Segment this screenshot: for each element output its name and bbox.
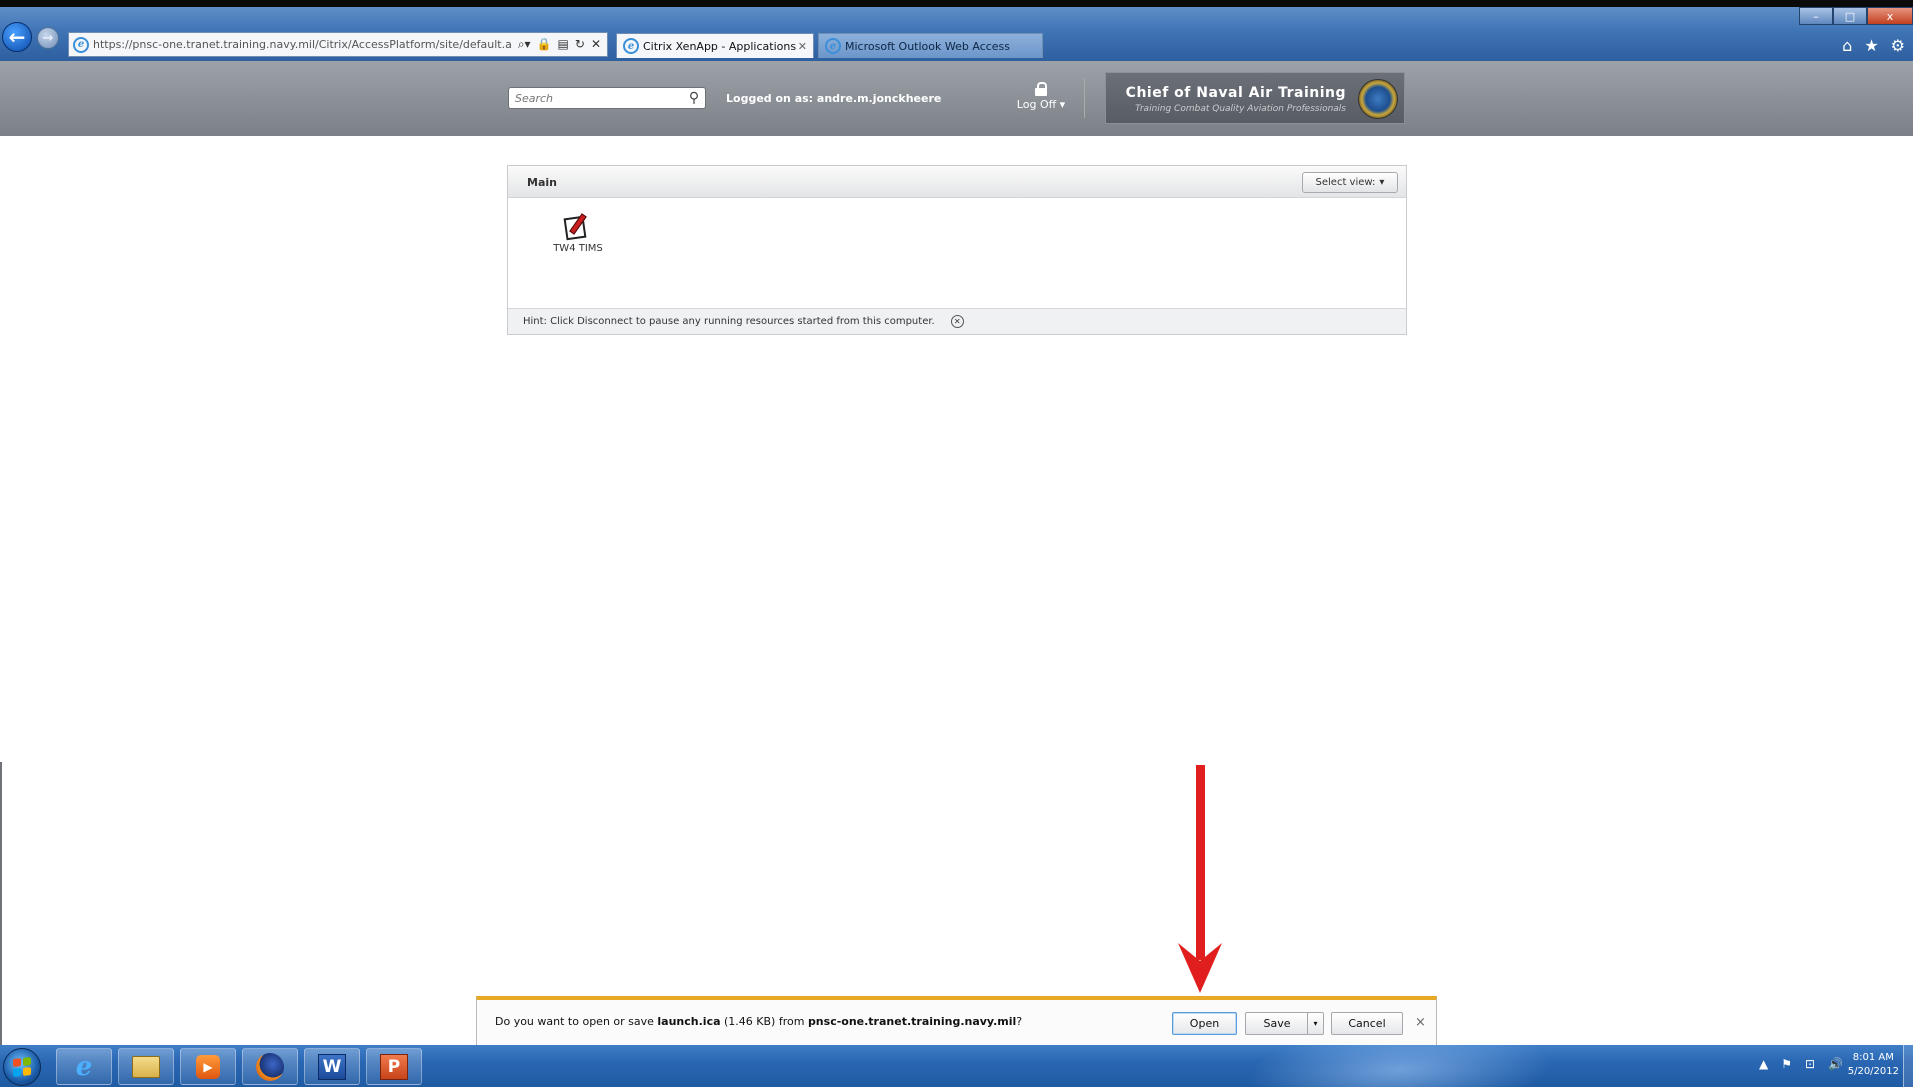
address-bar[interactable]: e https://pnsc-one.tranet.training.navy.… bbox=[68, 32, 608, 57]
download-source: pnsc-one.tranet.training.navy.mil bbox=[807, 1015, 1017, 1028]
file-name: launch.ica bbox=[657, 1015, 721, 1028]
download-notification-bar: Do you want to open or save launch.ica (… bbox=[476, 996, 1437, 1046]
minimize-button[interactable]: – bbox=[1799, 7, 1833, 25]
left-edge-line bbox=[0, 762, 2, 1045]
tools-gear-icon[interactable]: ⚙ bbox=[1891, 36, 1905, 55]
red-arrow-annotation bbox=[1178, 765, 1222, 993]
save-button[interactable]: Save bbox=[1245, 1012, 1309, 1035]
hint-text: Hint: Click Disconnect to pause any runn… bbox=[523, 316, 935, 327]
lock-icon bbox=[1035, 82, 1047, 96]
compat-view-icon[interactable]: ▤ bbox=[558, 37, 569, 52]
cnatra-seal-icon bbox=[1358, 79, 1398, 119]
hint-bar: Hint: Click Disconnect to pause any runn… bbox=[508, 308, 1406, 334]
maximize-button[interactable]: □ bbox=[1833, 7, 1867, 25]
notification-close-icon[interactable]: × bbox=[1415, 1015, 1426, 1030]
powerpoint-icon: P bbox=[380, 1053, 408, 1080]
search-dropdown-icon[interactable]: ⌕▾ bbox=[518, 37, 531, 52]
select-view-dropdown[interactable]: Select view: ▾ bbox=[1302, 172, 1398, 193]
prompt-prefix: Do you want to open or save bbox=[495, 1015, 658, 1028]
brand-subtitle: Training Combat Quality Aviation Profess… bbox=[1135, 104, 1346, 114]
search-icon[interactable]: ⚲ bbox=[683, 90, 705, 106]
prompt-suffix: ? bbox=[1016, 1015, 1023, 1028]
file-size: (1.46 KB) from bbox=[720, 1015, 808, 1028]
panel-header: Main Select view: ▾ bbox=[508, 166, 1406, 198]
pen-and-paper-icon bbox=[561, 211, 595, 241]
taskbar-word[interactable]: W bbox=[304, 1048, 360, 1085]
forward-button[interactable]: → bbox=[37, 27, 59, 49]
address-bar-controls: ⌕▾ 🔒 ▤ ↻ ✕ bbox=[512, 37, 607, 52]
taskbar: e ▶ W P ▲ ⚑ ⊡ 🔊 8:01 AM 5/20/2012 bbox=[0, 1045, 1913, 1087]
folder-icon bbox=[132, 1055, 160, 1078]
app-tile-tw4-tims[interactable]: TW4 TIMS bbox=[548, 211, 608, 254]
taskbar-media-player[interactable]: ▶ bbox=[180, 1048, 236, 1085]
taskbar-firefox[interactable] bbox=[242, 1048, 298, 1085]
internet-explorer-icon: e bbox=[75, 1051, 93, 1082]
clock-time: 8:01 AM bbox=[1852, 1052, 1894, 1063]
back-button[interactable]: ← bbox=[2, 22, 32, 52]
search-input[interactable] bbox=[515, 91, 683, 105]
system-clock[interactable]: 8:01 AM 5/20/2012 bbox=[1848, 1051, 1899, 1079]
forward-arrow-icon: → bbox=[42, 30, 54, 46]
panel-title: Main bbox=[527, 176, 557, 189]
tab-close-icon[interactable]: ✕ bbox=[798, 40, 807, 53]
open-button[interactable]: Open bbox=[1172, 1012, 1237, 1035]
home-icon[interactable]: ⌂ bbox=[1842, 36, 1852, 55]
show-desktop-button[interactable] bbox=[1903, 1045, 1913, 1087]
action-center-flag-icon[interactable]: ⚑ bbox=[1781, 1057, 1792, 1071]
taskbar-internet-explorer[interactable]: e bbox=[56, 1048, 112, 1085]
volume-icon[interactable]: 🔊 bbox=[1828, 1057, 1843, 1071]
system-tray: ▲ ⚑ ⊡ 🔊 bbox=[1759, 1057, 1843, 1071]
search-box[interactable]: ⚲ bbox=[508, 87, 706, 109]
log-off-button[interactable]: Log Off ▾ bbox=[1012, 82, 1070, 111]
brand-panel: Chief of Naval Air Training Training Com… bbox=[1105, 72, 1405, 124]
taskbar-file-explorer[interactable] bbox=[118, 1048, 174, 1085]
firefox-icon bbox=[256, 1052, 284, 1081]
windows-logo-icon bbox=[13, 1057, 31, 1077]
ie-tab-icon: e bbox=[623, 38, 639, 54]
save-dropdown-button[interactable]: ▾ bbox=[1307, 1012, 1324, 1035]
chevron-down-icon: ▾ bbox=[1379, 177, 1385, 188]
ie-tab-icon: e bbox=[825, 38, 841, 54]
close-window-button[interactable]: x bbox=[1867, 7, 1913, 25]
citrix-header bbox=[0, 61, 1913, 136]
red-arrow-shaft bbox=[1196, 765, 1205, 960]
media-player-icon: ▶ bbox=[196, 1054, 220, 1079]
url-text[interactable]: https://pnsc-one.tranet.training.navy.mi… bbox=[93, 38, 512, 51]
show-hidden-icons-icon[interactable]: ▲ bbox=[1759, 1057, 1768, 1071]
cancel-button[interactable]: Cancel bbox=[1331, 1012, 1403, 1035]
start-button[interactable] bbox=[3, 1048, 41, 1086]
ie-favicon-icon: e bbox=[73, 36, 89, 53]
hint-close-icon[interactable]: ✕ bbox=[950, 315, 964, 328]
window-controls: – □ x bbox=[1799, 7, 1913, 25]
log-off-label: Log Off ▾ bbox=[1016, 98, 1066, 111]
header-divider bbox=[1084, 78, 1085, 118]
download-prompt-text: Do you want to open or save launch.ica (… bbox=[495, 1015, 1022, 1028]
back-arrow-icon: ← bbox=[8, 25, 26, 49]
logged-on-text: Logged on as: andre.m.jonckheere bbox=[726, 92, 942, 105]
taskbar-glow bbox=[1224, 1045, 1576, 1087]
tab-label: Microsoft Outlook Web Access bbox=[845, 39, 1011, 53]
refresh-icon[interactable]: ↻ bbox=[575, 37, 585, 52]
tab-outlook-web-access[interactable]: e Microsoft Outlook Web Access bbox=[818, 33, 1043, 58]
top-strip bbox=[0, 0, 1913, 7]
main-panel: Main Select view: ▾ TW4 TIMS Hint: Click… bbox=[507, 165, 1407, 335]
clock-date: 5/20/2012 bbox=[1847, 1066, 1899, 1077]
browser-toolbar-icons: ⌂ ★ ⚙ bbox=[1842, 36, 1905, 55]
lock-icon[interactable]: 🔒 bbox=[537, 37, 552, 52]
tab-label: Citrix XenApp - Applications bbox=[643, 39, 797, 53]
network-icon[interactable]: ⊡ bbox=[1805, 1057, 1815, 1071]
favorites-star-icon[interactable]: ★ bbox=[1864, 36, 1878, 55]
taskbar-powerpoint[interactable]: P bbox=[366, 1048, 422, 1085]
select-view-label: Select view: bbox=[1315, 177, 1376, 188]
brand-title: Chief of Naval Air Training bbox=[1125, 85, 1346, 101]
app-label: TW4 TIMS bbox=[553, 243, 603, 254]
tab-citrix-xenapp[interactable]: e Citrix XenApp - Applications ✕ bbox=[616, 33, 814, 58]
word-icon: W bbox=[318, 1053, 346, 1080]
stop-icon[interactable]: ✕ bbox=[591, 37, 601, 52]
